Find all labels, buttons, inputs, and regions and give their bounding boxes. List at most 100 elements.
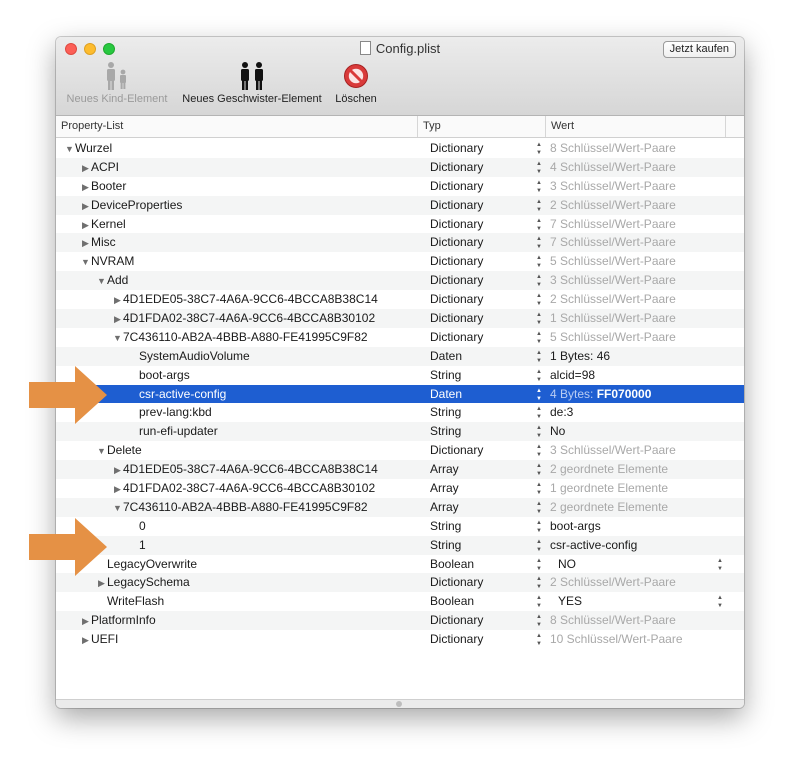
disclosure-closed-icon[interactable]: ▶ [80, 197, 91, 216]
row-value-cell[interactable]: 4 Bytes: FF070000 [550, 385, 735, 404]
new-child-element-button[interactable]: Neues Kind-Element [62, 59, 172, 105]
type-stepper-icon[interactable]: ▲ ▼ [533, 252, 545, 270]
row-type-cell[interactable]: Daten [430, 347, 530, 366]
row-type-cell[interactable]: String [430, 366, 530, 385]
row-type-cell[interactable]: Dictionary [430, 215, 530, 234]
type-stepper-icon[interactable]: ▲ ▼ [533, 517, 545, 535]
row-key-label[interactable]: Add [107, 273, 128, 287]
row-key-label[interactable]: Wurzel [75, 141, 112, 155]
type-stepper-icon[interactable]: ▲ ▼ [533, 290, 545, 308]
row-value-text[interactable]: alcid=98 [550, 368, 595, 382]
row-value-cell[interactable]: 2 Schlüssel/Wert-Paare [550, 196, 735, 215]
type-stepper-icon[interactable]: ▲ ▼ [533, 479, 545, 497]
type-stepper-icon[interactable]: ▲ ▼ [533, 441, 545, 459]
table-row[interactable]: 0 String ▲ ▼ boot-args [56, 517, 744, 536]
row-value-cell[interactable]: 2 Schlüssel/Wert-Paare [550, 290, 735, 309]
row-value-cell[interactable]: 3 Schlüssel/Wert-Paare [550, 177, 735, 196]
row-type-cell[interactable]: Dictionary [430, 196, 530, 215]
table-row[interactable]: WriteFlash Boolean ▲ ▼ YES ▲ ▼ [56, 592, 744, 611]
type-stepper-icon[interactable]: ▲ ▼ [533, 592, 545, 610]
row-value-cell[interactable]: 3 Schlüssel/Wert-Paare [550, 271, 735, 290]
column-header-key[interactable]: Property-List [56, 116, 418, 137]
row-type-cell[interactable]: Dictionary [430, 252, 530, 271]
type-stepper-icon[interactable]: ▲ ▼ [533, 460, 545, 478]
disclosure-closed-icon[interactable]: ▶ [80, 216, 91, 235]
table-row[interactable]: ▶ Booter Dictionary ▲ ▼ 3 Schlüssel/Wert-Paa… [56, 177, 744, 196]
row-value-text[interactable]: de:3 [550, 405, 573, 419]
table-row[interactable]: prev-lang:kbd String ▲ ▼ de:3 [56, 403, 744, 422]
row-value-text[interactable]: csr-active-config [550, 538, 637, 552]
popup-chevron-icon[interactable]: ▲ ▼ [714, 592, 726, 610]
table-row[interactable]: boot-args String ▲ ▼ alcid=98 [56, 366, 744, 385]
buy-button[interactable]: Jetzt kaufen [662, 41, 736, 58]
type-stepper-icon[interactable]: ▲ ▼ [533, 347, 545, 365]
row-type-cell[interactable]: String [430, 517, 530, 536]
table-row[interactable]: LegacyOverwrite Boolean ▲ ▼ NO ▲ ▼ [56, 555, 744, 574]
table-row[interactable]: ▼NVRAM Dictionary ▲ ▼ 5 Schlüssel/Wert-Paar… [56, 252, 744, 271]
row-value-cell[interactable]: csr-active-config [550, 536, 735, 555]
table-row[interactable]: ▶ Kernel Dictionary ▲ ▼ 7 Schlüssel/Wert-Paa… [56, 215, 744, 234]
row-key-label[interactable]: Delete [107, 443, 142, 457]
row-value-text[interactable]: FF070000 [597, 387, 652, 401]
row-key-label[interactable]: Booter [91, 179, 126, 193]
popup-chevron-icon[interactable]: ▲ ▼ [714, 555, 726, 573]
row-type-cell[interactable]: Dictionary [430, 441, 530, 460]
row-type-cell[interactable]: Array [430, 460, 530, 479]
row-key-label[interactable]: NVRAM [91, 254, 134, 268]
row-type-cell[interactable]: Daten [430, 385, 530, 404]
type-stepper-icon[interactable]: ▲ ▼ [533, 498, 545, 516]
row-type-cell[interactable]: Dictionary [430, 309, 530, 328]
disclosure-open-icon[interactable]: ▼ [96, 442, 107, 461]
type-stepper-icon[interactable]: ▲ ▼ [533, 536, 545, 554]
row-key-label[interactable]: LegacyOverwrite [107, 557, 197, 571]
row-type-cell[interactable]: Dictionary [430, 630, 530, 649]
row-value-cell[interactable]: 2 geordnete Elemente [550, 460, 735, 479]
resize-grip-icon[interactable] [396, 701, 402, 707]
row-value-cell[interactable]: 8 Schlüssel/Wert-Paare [550, 139, 735, 158]
row-type-cell[interactable]: Dictionary [430, 573, 530, 592]
type-stepper-icon[interactable]: ▲ ▼ [533, 139, 545, 157]
row-value-cell[interactable]: 4 Schlüssel/Wert-Paare [550, 158, 735, 177]
disclosure-open-icon[interactable]: ▼ [64, 140, 75, 159]
row-type-cell[interactable]: Array [430, 479, 530, 498]
disclosure-closed-icon[interactable]: ▶ [112, 291, 123, 310]
row-value-cell[interactable]: 1 Schlüssel/Wert-Paare [550, 309, 735, 328]
disclosure-closed-icon[interactable]: ▶ [80, 178, 91, 197]
row-key-label[interactable]: csr-active-config [139, 387, 226, 401]
row-key-label[interactable]: PlatformInfo [91, 613, 156, 627]
type-stepper-icon[interactable]: ▲ ▼ [533, 422, 545, 440]
table-row[interactable]: ▼Wurzel Dictionary ▲ ▼ 8 Schlüssel/Wert-Paa… [56, 139, 744, 158]
row-type-cell[interactable]: Dictionary [430, 611, 530, 630]
column-header-type[interactable]: Typ [418, 116, 546, 137]
table-row[interactable]: ▶ 4D1FDA02-38C7-4A6A-9CC6-4BCCA8B30102 Dic… [56, 309, 744, 328]
row-value-text[interactable]: boot-args [550, 519, 601, 533]
type-stepper-icon[interactable]: ▲ ▼ [533, 158, 545, 176]
row-type-cell[interactable]: String [430, 403, 530, 422]
table-row[interactable]: ▶ DeviceProperties Dictionary ▲ ▼ 2 Schlüsse… [56, 195, 744, 216]
table-row[interactable]: SystemAudioVolume Daten ▲ ▼ 1 Bytes: 46 [56, 346, 744, 366]
row-key-label[interactable]: 7C436110-AB2A-4BBB-A880-FE41995C9F82 [123, 330, 368, 344]
type-stepper-icon[interactable]: ▲ ▼ [533, 573, 545, 591]
disclosure-open-icon[interactable]: ▼ [80, 253, 91, 272]
row-type-cell[interactable]: Dictionary [430, 139, 530, 158]
row-key-label[interactable]: Misc [91, 235, 116, 249]
row-type-cell[interactable]: Dictionary [430, 158, 530, 177]
table-row[interactable]: ▼Delete Dictionary ▲ ▼ 3 Schlüssel/Wert-Paa… [56, 441, 744, 460]
row-value-text[interactable]: YES [558, 594, 582, 608]
row-key-label[interactable]: 4D1FDA02-38C7-4A6A-9CC6-4BCCA8B30102 [123, 311, 375, 325]
row-key-label[interactable]: 7C436110-AB2A-4BBB-A880-FE41995C9F82 [123, 500, 368, 514]
row-key-label[interactable]: SystemAudioVolume [139, 349, 250, 363]
table-row[interactable]: ▶ ACPI Dictionary ▲ ▼ 4 Schlüssel/Wert-Paare [56, 157, 744, 177]
disclosure-closed-icon[interactable]: ▶ [96, 574, 107, 593]
table-row[interactable]: ▶ UEFI Dictionary ▲ ▼ 10 Schlüssel/Wert-Paar… [56, 630, 744, 649]
row-key-label[interactable]: 1 [139, 538, 146, 552]
row-key-label[interactable]: 4D1EDE05-38C7-4A6A-9CC6-4BCCA8B38C14 [123, 292, 378, 306]
table-row[interactable]: ▼Add Dictionary ▲ ▼ 3 Schlüssel/Wert-Paare [56, 271, 744, 291]
row-value-cell[interactable]: 5 Schlüssel/Wert-Paare [550, 252, 735, 271]
row-key-label[interactable]: 0 [139, 519, 146, 533]
disclosure-closed-icon[interactable]: ▶ [80, 612, 91, 631]
type-stepper-icon[interactable]: ▲ ▼ [533, 271, 545, 289]
table-row[interactable]: ▶ LegacySchema Dictionary ▲ ▼ 2 Schlüssel/We… [56, 573, 744, 593]
row-value-text[interactable]: NO [558, 557, 576, 571]
row-value-text[interactable]: 46 [597, 349, 610, 363]
